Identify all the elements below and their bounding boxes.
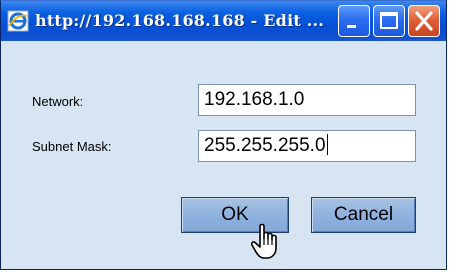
network-label: Network: <box>32 94 84 109</box>
close-icon <box>415 11 433 31</box>
edit-dialog-window: http://192.168.168.168 - Edit ... Networ… <box>0 0 447 270</box>
subnet-mask-input[interactable]: 255.255.255.0 <box>198 130 416 162</box>
cancel-button[interactable]: Cancel <box>311 197 416 233</box>
close-button[interactable] <box>408 5 440 37</box>
window-title: http://192.168.168.168 - Edit ... <box>35 11 325 30</box>
page: http://192.168.168.168 - Edit ... Networ… <box>0 0 449 272</box>
hand-pointer-icon <box>250 223 285 261</box>
internet-explorer-icon <box>7 10 29 32</box>
maximize-icon <box>380 12 398 29</box>
maximize-button[interactable] <box>373 5 405 37</box>
network-value: 192.168.1.0 <box>204 89 305 110</box>
minimize-button[interactable] <box>338 5 370 37</box>
text-caret <box>326 134 328 155</box>
network-input[interactable]: 192.168.1.0 <box>198 84 416 116</box>
subnet-mask-label: Subnet Mask: <box>32 139 112 154</box>
title-bar[interactable]: http://192.168.168.168 - Edit ... <box>1 1 446 41</box>
minimize-icon <box>347 25 356 28</box>
subnet-mask-value: 255.255.255.0 <box>204 135 326 156</box>
